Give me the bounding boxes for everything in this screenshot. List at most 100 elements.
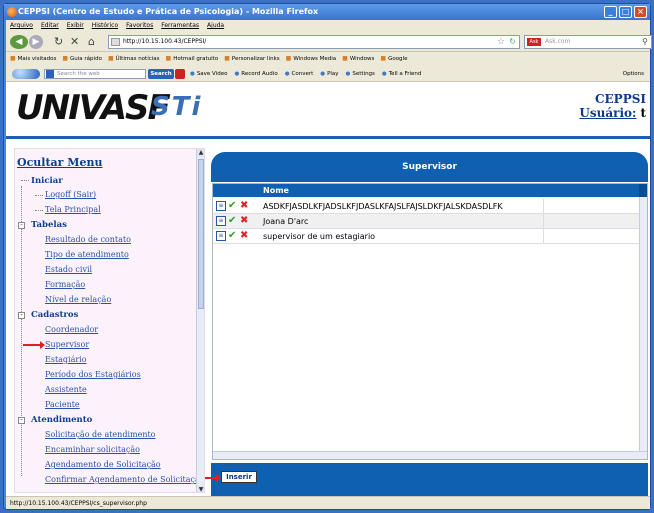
menu-favoritos[interactable]: Favoritos	[126, 20, 153, 32]
collapse-icon[interactable]: -	[18, 312, 25, 319]
menu-ferramentas[interactable]: Ferramentas	[161, 20, 199, 32]
delete-icon[interactable]: ✖	[240, 201, 250, 211]
table-row[interactable]: ≡ ✔ ✖ Joana D'arc	[213, 214, 639, 229]
options-button[interactable]: Options	[623, 66, 644, 82]
reload-icon[interactable]: ↻	[54, 35, 63, 49]
user-value: t	[640, 106, 646, 120]
menu-exibir[interactable]: Exibir	[67, 20, 84, 32]
menu-arquivo[interactable]: Arquivo	[10, 20, 33, 32]
details-icon[interactable]: ≡	[216, 201, 226, 211]
menu-agendamento-solicitacao[interactable]: Agendamento de Solicitação	[45, 460, 161, 469]
group-atendimento[interactable]: Atendimento	[31, 415, 92, 425]
close-button[interactable]: ×	[634, 6, 647, 18]
univasf-logo: UNIVASF	[16, 88, 171, 128]
grid-vertical-scrollbar[interactable]	[639, 197, 647, 453]
group-cadastros[interactable]: Cadastros	[31, 310, 78, 320]
bookmark-item[interactable]: Windows	[342, 52, 375, 66]
menu-solicitacao-atendimento[interactable]: Solicitação de atendimento	[45, 430, 156, 439]
tell-a-friend-button[interactable]: Tell a Friend	[382, 66, 422, 82]
menu-supervisor[interactable]: Supervisor	[45, 340, 89, 349]
toolbar-red-icon[interactable]	[175, 69, 185, 79]
collapse-icon[interactable]: -	[18, 222, 25, 229]
edit-check-icon[interactable]: ✔	[228, 216, 238, 226]
delete-icon[interactable]: ✖	[240, 216, 250, 226]
address-bar[interactable]: http://10.15.100.43/CEPPSI/ ☆ ↻	[108, 35, 520, 49]
menu-tipo-atendimento[interactable]: Tipo de atendimento	[45, 250, 129, 259]
bookmark-item[interactable]: Mais visitados	[10, 52, 57, 66]
bookmark-item[interactable]: Personalizar links	[224, 52, 280, 66]
menu-resultado-contato[interactable]: Resultado de contato	[45, 235, 131, 244]
search-icon[interactable]: ⚲	[642, 36, 648, 48]
search-placeholder: Ask.com	[545, 38, 571, 45]
bookmark-item[interactable]: Windows Media	[286, 52, 336, 66]
menu-editar[interactable]: Editar	[41, 20, 59, 32]
menu-ajuda[interactable]: Ajuda	[207, 20, 224, 32]
column-divider	[543, 199, 544, 214]
column-header-nome[interactable]: Nome	[263, 184, 289, 197]
stop-icon[interactable]: ✕	[70, 35, 79, 49]
menu-tela-principal[interactable]: Tela Principal	[45, 205, 101, 214]
nav-toolbar: ◀ ▶ ↻ ✕ ⌂ http://10.15.100.43/CEPPSI/ ☆ …	[6, 32, 652, 52]
table-row[interactable]: ≡ ✔ ✖ supervisor de um estagiario	[213, 229, 639, 244]
insert-button[interactable]: Inserir	[221, 471, 257, 483]
bookmark-item[interactable]: Hotmail gratuito	[166, 52, 218, 66]
menu-bar: Arquivo Editar Exibir Histórico Favorito…	[6, 20, 650, 32]
group-tabelas[interactable]: Tabelas	[31, 220, 67, 230]
toolbar-logo-icon[interactable]	[12, 69, 40, 79]
details-icon[interactable]: ≡	[216, 216, 226, 226]
toolbar-search-button[interactable]: Search	[148, 69, 174, 79]
page-content: UNIVASF STi CEPPSI Usuário: t Ocultar Men…	[6, 82, 650, 496]
settings-button[interactable]: Settings	[346, 66, 375, 82]
hide-menu-link[interactable]: Ocultar Menu	[17, 156, 102, 169]
menu-estado-civil[interactable]: Estado civil	[45, 265, 92, 274]
bookmark-item[interactable]: Últimas notícias	[108, 52, 160, 66]
edit-check-icon[interactable]: ✔	[228, 201, 238, 211]
bookmark-item[interactable]: Guia rápido	[62, 52, 102, 66]
maximize-button[interactable]: □	[619, 6, 632, 18]
group-iniciar[interactable]: Iniciar	[31, 176, 63, 186]
convert-button[interactable]: Convert	[285, 66, 314, 82]
details-icon[interactable]: ≡	[216, 231, 226, 241]
menu-logoff[interactable]: Logoff (Sair)	[45, 190, 96, 199]
menu-encaminhar-solicitacao[interactable]: Encaminhar solicitação	[45, 445, 140, 454]
grid-header-scroll	[639, 184, 647, 197]
menu-formacao[interactable]: Formação	[45, 280, 85, 289]
forward-icon[interactable]: ▶	[29, 35, 43, 49]
menu-historico[interactable]: Histórico	[92, 20, 118, 32]
toolbar-search-input[interactable]: Search the web	[44, 69, 146, 79]
menu-coordenador[interactable]: Coordenador	[45, 325, 98, 334]
browser-window: CEPPSI (Centro de Estudo e Prática de Ps…	[3, 3, 652, 510]
back-icon[interactable]: ◀	[10, 35, 28, 49]
collapse-icon[interactable]: -	[18, 417, 25, 424]
reload-small-icon[interactable]: ↻	[509, 36, 516, 48]
grid-horizontal-scrollbar[interactable]	[213, 451, 647, 459]
save-video-button[interactable]: Save Video	[190, 66, 228, 82]
search-engine-icon[interactable]: Ask	[527, 38, 541, 46]
menu-estagiario[interactable]: Estagiário	[45, 355, 87, 364]
supervisor-grid: Nome ≡ ✔ ✖ ASDKFJASDLKFJADSLKFJDASLKFAJS…	[212, 183, 648, 460]
home-icon[interactable]: ⌂	[88, 35, 95, 49]
delete-icon[interactable]: ✖	[240, 231, 250, 241]
scroll-thumb[interactable]	[198, 159, 204, 309]
pointer-arrow-icon	[205, 474, 221, 482]
record-audio-button[interactable]: Record Audio	[234, 66, 277, 82]
table-row[interactable]: ≡ ✔ ✖ ASDKFJASDLKFJADSLKFJDASLKFAJSLFAJS…	[213, 199, 639, 214]
menu-confirmar-agendamento[interactable]: Confirmar Agendamento de Solicitação	[45, 475, 204, 484]
scroll-down-icon[interactable]: ▼	[197, 486, 204, 492]
menu-assistente[interactable]: Assistente	[45, 385, 87, 394]
user-link[interactable]: Usuário:	[579, 106, 636, 120]
menu-nivel-relacao[interactable]: Nível de relação	[45, 295, 111, 304]
bookmark-item[interactable]: Google	[380, 52, 407, 66]
window-title: CEPPSI (Centro de Estudo e Prática de Ps…	[18, 7, 319, 16]
toolbar-search-placeholder: Search the web	[57, 71, 100, 77]
minimize-button[interactable]: _	[604, 6, 617, 18]
play-button[interactable]: Play	[320, 66, 338, 82]
bookmark-star-icon[interactable]: ☆	[497, 36, 505, 48]
scroll-up-icon[interactable]: ▲	[197, 149, 204, 157]
grid-header: Nome	[213, 184, 647, 197]
sidebar-scrollbar[interactable]: ▲ ▼	[196, 149, 204, 492]
menu-paciente[interactable]: Paciente	[45, 400, 80, 409]
menu-periodo-estagiarios[interactable]: Período dos Estagiários	[45, 370, 141, 379]
search-input[interactable]: Ask Ask.com ⚲	[524, 35, 652, 49]
edit-check-icon[interactable]: ✔	[228, 231, 238, 241]
